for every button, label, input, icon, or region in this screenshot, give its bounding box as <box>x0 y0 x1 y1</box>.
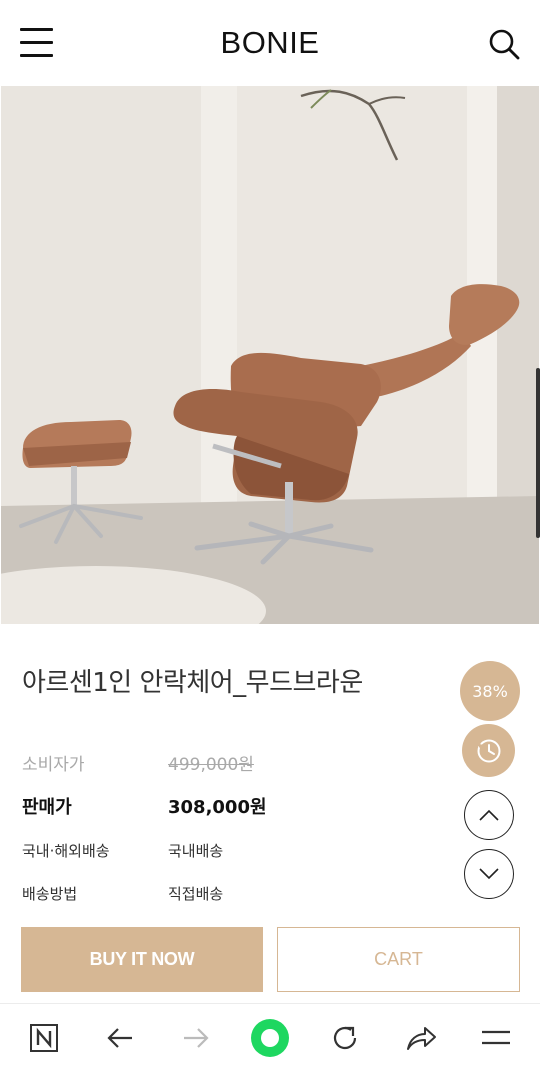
brand-logo[interactable]: BONIE <box>0 25 540 61</box>
shipping-method-value: 직접배송 <box>168 885 224 903</box>
product-title: 아르센1인 안락체어_무드브라운 <box>22 668 363 698</box>
shipping-label: 국내·해외배송 <box>22 842 110 860</box>
buy-now-button[interactable]: BUY IT NOW <box>21 927 263 992</box>
page-scrollbar[interactable] <box>536 368 540 538</box>
clock-icon <box>477 739 500 762</box>
sale-price-label: 판매가 <box>22 797 72 818</box>
back-arrow-icon[interactable] <box>100 1018 140 1058</box>
refresh-icon[interactable] <box>325 1018 365 1058</box>
more-menu-icon[interactable] <box>476 1018 516 1058</box>
shipping-value: 국내배송 <box>168 842 224 860</box>
discount-badge: 38% <box>460 661 520 721</box>
chevron-down-icon <box>479 868 499 880</box>
header: BONIE <box>0 0 540 86</box>
consumer-price-label: 소비자가 <box>22 755 85 775</box>
cart-button[interactable]: CART <box>277 927 520 992</box>
search-icon[interactable] <box>487 27 521 61</box>
share-icon[interactable] <box>401 1018 441 1058</box>
scroll-up-button[interactable] <box>464 790 514 840</box>
chevron-up-icon <box>479 809 499 821</box>
green-dot-icon[interactable] <box>250 1018 290 1058</box>
consumer-price: 499,000원 <box>168 755 254 775</box>
browser-toolbar <box>0 1003 540 1070</box>
forward-arrow-icon[interactable] <box>176 1018 216 1058</box>
sale-price: 308,000원 <box>168 797 267 818</box>
recent-view-button[interactable] <box>462 724 515 777</box>
naver-n-icon[interactable] <box>24 1018 64 1058</box>
shipping-method-label: 배송방법 <box>22 885 78 903</box>
scroll-down-button[interactable] <box>464 849 514 899</box>
product-image[interactable] <box>1 86 539 624</box>
